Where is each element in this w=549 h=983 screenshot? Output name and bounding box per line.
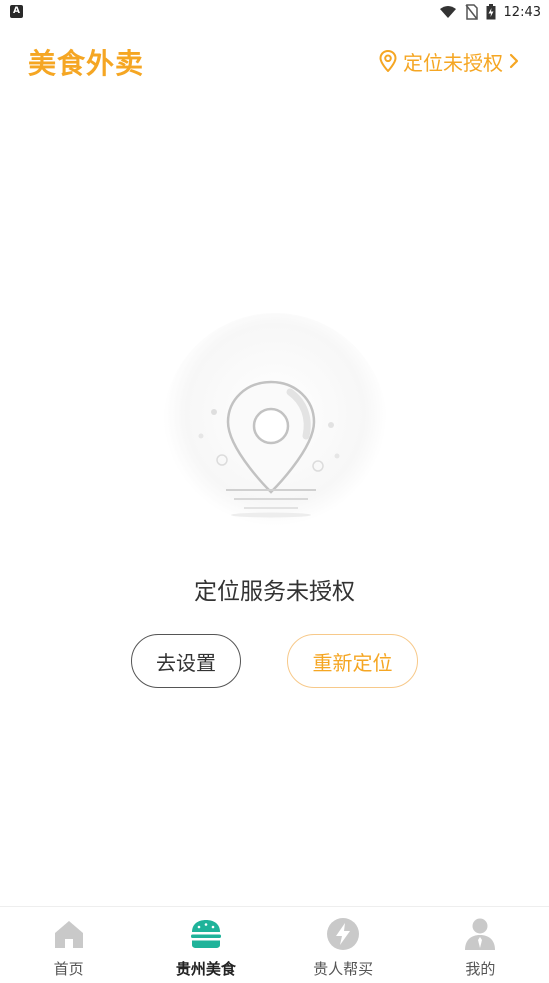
header: 美食外卖 定位未授权	[0, 36, 549, 88]
tab-label-mine: 我的	[465, 960, 496, 978]
empty-state-message: 定位服务未授权	[194, 579, 355, 605]
location-unauthorized-illustration	[163, 313, 387, 537]
location-status-label: 定位未授权	[403, 50, 503, 75]
status-icons: 12:43	[439, 3, 541, 21]
tab-label-home: 首页	[53, 960, 84, 978]
relocate-button[interactable]: 重新定位	[287, 634, 418, 688]
chevron-right-icon	[509, 53, 519, 69]
page-title: 美食外卖	[28, 47, 145, 80]
tab-home[interactable]: 首页	[0, 907, 137, 983]
home-icon	[54, 921, 83, 948]
wifi-icon	[439, 6, 456, 18]
location-link[interactable]: 定位未授权	[379, 48, 519, 75]
clock: 12:43	[503, 4, 541, 20]
go-to-settings-button[interactable]: 去设置	[131, 634, 241, 688]
status-bar: A 12:43	[0, 0, 549, 24]
no-sim-icon	[464, 4, 478, 20]
tab-guizhou-food[interactable]: 贵州美食	[137, 907, 274, 983]
burger-icon	[190, 920, 221, 948]
tab-label-helper-buy: 贵人帮买	[313, 960, 374, 978]
notification-icon: A	[10, 5, 23, 18]
tab-mine[interactable]: 我的	[412, 907, 549, 983]
location-pin-icon	[379, 50, 397, 72]
bottom-tab-bar: 首页 贵州美食 贵人帮买 我的	[0, 906, 549, 983]
tab-label-guizhou-food: 贵州美食	[175, 960, 236, 978]
battery-icon	[486, 4, 496, 20]
user-icon	[465, 918, 496, 950]
lightning-icon	[327, 918, 360, 950]
tab-helper-buy[interactable]: 贵人帮买	[275, 907, 412, 983]
